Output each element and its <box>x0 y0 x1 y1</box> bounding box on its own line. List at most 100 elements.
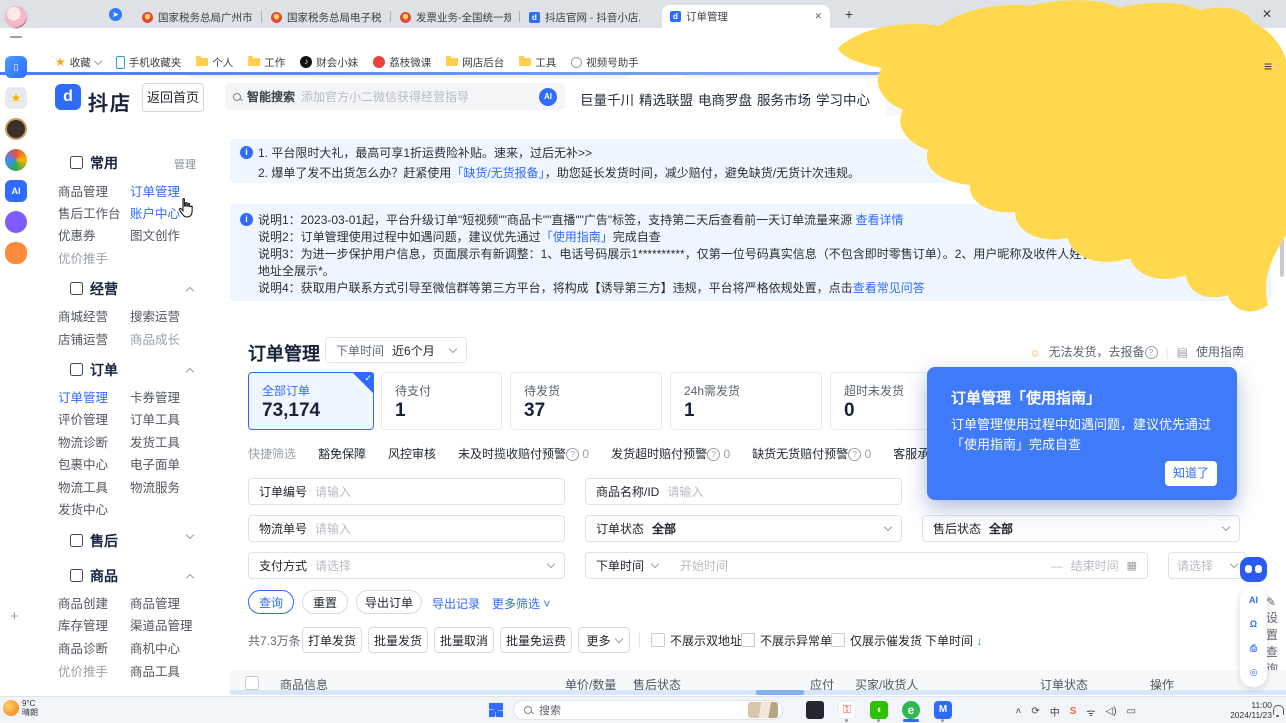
volume-icon[interactable]: ◁) <box>1106 706 1117 717</box>
stockout-report-link[interactable]: 「缺货/无货报备」 <box>451 166 544 180</box>
filter-warn-pickup[interactable]: 未及时揽收赔付预警? 0 <box>458 445 589 462</box>
taskbar-search[interactable]: 搜索 <box>513 700 783 720</box>
faq-link[interactable]: 查看常见问答 <box>853 281 925 295</box>
sidebar-item-order-manage[interactable]: 订单管理 <box>130 181 180 200</box>
filter-exempt[interactable]: 豁免保障 <box>318 445 366 462</box>
bookmark-work[interactable]: 工作 <box>248 55 285 70</box>
select-all-checkbox[interactable] <box>245 676 259 690</box>
user-avatar[interactable] <box>4 5 28 29</box>
taskbar-app-key[interactable]: ⚿ <box>838 701 856 719</box>
scrollbar-thumb[interactable] <box>756 690 804 695</box>
nav-compass[interactable]: 电商罗盘 <box>698 89 752 109</box>
promo-line-1[interactable]: 1. 平台限时大礼，最高可享1折运费险补贴。速来，过后无补>> <box>258 144 592 161</box>
back-home-button[interactable]: 返回首页 <box>142 83 204 112</box>
sidebar-item[interactable]: 评价管理 <box>58 409 108 428</box>
ai-search-icon[interactable]: AI <box>539 88 557 106</box>
nav-jingxuan[interactable]: 精选联盟 <box>639 89 693 109</box>
notification-bell-icon[interactable] <box>1273 705 1284 715</box>
export-orders-button[interactable]: 导出订单 <box>356 590 422 614</box>
bookmark-tools[interactable]: 工具 <box>519 55 556 70</box>
menu-icon[interactable]: ≡ <box>1264 58 1272 74</box>
sort-by-order-time[interactable]: 下单时间 ↓ <box>925 632 982 649</box>
sidebar-item[interactable]: 商品管理 <box>58 181 108 200</box>
nav-service-market[interactable]: 服务市场 <box>757 89 811 109</box>
tab-4[interactable]: d 抖店官网 - 抖音小店, 抖音电商 <box>521 6 648 28</box>
sidebar-item[interactable]: 订单工具 <box>130 409 180 428</box>
headset-support-icon[interactable]: Ω <box>1246 617 1261 632</box>
ime-indicator[interactable]: 中 <box>1050 704 1060 719</box>
battery-icon[interactable]: ▭ <box>1127 706 1136 717</box>
pinned-tab-icon[interactable]: ➤ <box>109 8 122 21</box>
chevron-up-icon[interactable] <box>186 287 194 295</box>
sidebar-item[interactable]: 包裹中心 <box>58 454 108 473</box>
tab-close-icon[interactable]: ✕ <box>814 11 822 22</box>
bookmark-phone-folder[interactable]: 手机收藏夹 <box>116 55 182 70</box>
tracking-no-input[interactable]: 物流单号 请输入 <box>248 515 565 542</box>
ai-tool-icon[interactable]: AI <box>1246 593 1261 608</box>
taskbar-clock[interactable]: 11:00 2024/11/23 <box>1212 700 1272 720</box>
chevron-down-icon[interactable] <box>186 531 194 539</box>
filter-warn-stockout[interactable]: 缺货无货赔付预警? 0 <box>752 445 871 462</box>
horizontal-scrollbar[interactable] <box>230 690 1286 695</box>
purple-app-icon[interactable] <box>5 211 27 233</box>
stat-card-all-orders[interactable]: 全部订单 73,174 ✓ <box>248 372 374 430</box>
sidebar-item-account-center[interactable]: 账户中心 <box>130 203 180 222</box>
sidebar-item[interactable]: 店铺运营 <box>58 329 108 348</box>
window-close-button[interactable]: ✕ <box>1262 7 1272 21</box>
batch-free-shipping-button[interactable]: 批量免运费 <box>500 627 572 653</box>
page-scrollbar[interactable] <box>1280 225 1284 277</box>
checkbox-hide-abnormal[interactable]: 不展示异常单 <box>741 632 832 649</box>
sidebar-item[interactable]: 商品诊断 <box>58 638 108 657</box>
taskbar-app-dark[interactable] <box>806 701 824 719</box>
cannot-ship-link[interactable]: 无法发货，去报备? <box>1049 343 1158 360</box>
sogou-icon[interactable]: S <box>1070 706 1077 717</box>
tab-1[interactable]: 国家税务总局广州市税务局 <box>134 6 261 28</box>
printer-icon[interactable]: ⎙ <box>1246 641 1261 656</box>
orange-app-icon[interactable] <box>5 242 27 264</box>
start-button[interactable] <box>489 703 503 717</box>
tab-2[interactable]: 国家税务总局电子税务局 <box>263 6 390 28</box>
dock-collapse-handle[interactable] <box>10 36 22 38</box>
chevron-up-icon[interactable] <box>186 368 194 376</box>
sidebar-item[interactable]: 优惠券 <box>58 225 96 244</box>
bookmark-shop-admin[interactable]: 网店后台 <box>446 55 504 70</box>
sidebar-item[interactable]: 卡券管理 <box>130 387 180 406</box>
taskbar-app-browser[interactable]: e <box>902 701 920 719</box>
sidebar-item[interactable]: 物流工具 <box>58 477 108 496</box>
filter-risk[interactable]: 风控审核 <box>388 445 436 462</box>
batch-ship-button[interactable]: 批量发货 <box>368 627 428 653</box>
phone-app-icon[interactable]: ▯ <box>5 56 27 78</box>
tab-3[interactable]: 发票业务-全国统一规范电子税务 <box>392 6 519 28</box>
stat-card-to-ship[interactable]: 待发货 37 <box>510 372 662 430</box>
view-details-link[interactable]: 查看详情 <box>855 213 903 227</box>
sidebar-item-order-manage-active[interactable]: 订单管理 <box>58 387 108 406</box>
filter-warn-shipping[interactable]: 发货超时赔付预警? 0 <box>611 445 730 462</box>
stat-card-pending-pay[interactable]: 待支付 1 <box>381 372 502 430</box>
taskbar-app-m[interactable]: M <box>934 701 952 719</box>
doudian-logo-icon[interactable]: d <box>55 84 81 110</box>
search-highlight-image[interactable] <box>748 702 778 718</box>
print-ship-button[interactable]: 打单发货 <box>302 627 362 653</box>
checkbox-hide-dual-address[interactable]: 不展示双地址 <box>651 632 742 649</box>
more-button[interactable]: 更多 <box>578 627 630 653</box>
sidebar-item[interactable]: 商品成长 <box>130 329 180 348</box>
sidebar-item[interactable]: 优价推手 <box>58 248 108 267</box>
wifi-icon[interactable]: ᯤ <box>1086 705 1095 719</box>
aftersale-status-select[interactable]: 售后状态 全部 <box>922 515 1240 542</box>
sidebar-item[interactable]: 搜索运营 <box>130 306 180 325</box>
tray-expand-icon[interactable]: ˄ <box>1015 706 1021 717</box>
sidebar-item[interactable]: 商品工具 <box>130 661 180 680</box>
ai-app-icon[interactable]: AI <box>5 180 27 202</box>
sidebar-item[interactable]: 电子面单 <box>130 454 180 473</box>
help-compass-icon[interactable]: ◎ <box>1246 665 1261 680</box>
sidebar-manage-link[interactable]: 管理 <box>174 156 196 172</box>
sidebar-item[interactable]: 图文创作 <box>130 225 180 244</box>
order-status-select[interactable]: 订单状态 全部 <box>585 515 902 542</box>
sidebar-item[interactable]: 库存管理 <box>58 615 108 634</box>
doudian-logo-text[interactable]: 抖店 <box>88 87 132 116</box>
pending-price-tab[interactable]: 待改价商品 <box>886 78 988 116</box>
bookmark-personal[interactable]: 个人 <box>196 55 233 70</box>
new-tab-button[interactable]: + <box>845 6 853 22</box>
time-range-picker[interactable]: 下单时间 开始时间 — 结束时间 ▦ <box>585 552 1148 579</box>
usage-guide-button[interactable]: 使用指南 <box>1196 343 1244 360</box>
